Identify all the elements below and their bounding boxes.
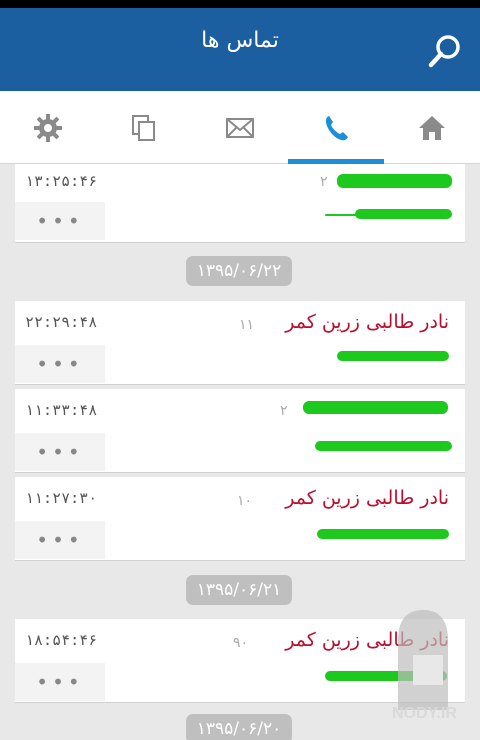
redacted-number [355, 209, 452, 219]
tab-calls[interactable] [288, 91, 384, 164]
call-count: ۱۱ [239, 317, 255, 333]
call-time: ۱۸:۵۴:۴۶ [25, 631, 98, 649]
redacted-number [317, 529, 449, 539]
call-log-item[interactable]: ۱۱:۲۷:۳۰ نادر طالبی زرین کمر ۱۰ ••• [15, 477, 465, 561]
call-log-item[interactable]: ۱۱:۳۳:۴۸ ۲ ••• [15, 389, 465, 473]
call-log-item[interactable]: ۲۲:۲۹:۴۸ نادر طالبی زرین کمر ۱۱ ••• [15, 301, 465, 385]
redacted-name [337, 174, 452, 188]
more-options-button[interactable]: ••• [15, 433, 105, 471]
redacted-number [337, 351, 449, 361]
tab-messages[interactable] [192, 91, 288, 164]
status-bar [0, 0, 480, 8]
gear-icon [34, 113, 62, 142]
date-separator: ۱۳۹۵/۰۶/۲۰ [186, 714, 292, 740]
more-options-button[interactable]: ••• [15, 663, 105, 701]
tab-settings[interactable] [0, 91, 96, 164]
watermark-text: NODY.IR [392, 705, 457, 722]
logo-icon [398, 610, 448, 710]
date-separator: ۱۳۹۵/۰۶/۲۱ [186, 575, 292, 605]
home-icon [419, 115, 445, 140]
redacted-number [315, 441, 452, 451]
app-bar: تماس ها [0, 8, 480, 91]
redacted-name [303, 401, 448, 414]
call-count: ۱۰ [237, 493, 253, 509]
search-icon[interactable] [427, 33, 463, 69]
call-log-item[interactable]: ۱۳:۲۵:۴۶ ۲ ••• [15, 164, 465, 243]
call-time: ۱۱:۲۷:۳۰ [25, 489, 98, 507]
more-options-button[interactable]: ••• [15, 345, 105, 383]
tab-bar [0, 91, 480, 164]
call-count: ۲ [320, 174, 328, 190]
call-count: ۲ [280, 403, 288, 419]
call-time: ۱۳:۲۵:۴۶ [25, 172, 98, 190]
tab-copy[interactable] [96, 91, 192, 164]
call-time: ۲۲:۲۹:۴۸ [25, 313, 98, 331]
contact-name: نادر طالبی زرین کمر [285, 311, 449, 333]
more-options-button[interactable]: ••• [15, 202, 105, 240]
contact-name: نادر طالبی زرین کمر [285, 487, 449, 509]
phone-icon [325, 115, 348, 140]
tab-home[interactable] [384, 91, 480, 164]
date-separator: ۱۳۹۵/۰۶/۲۲ [186, 256, 292, 286]
call-count: ۹۰ [233, 635, 249, 651]
more-options-button[interactable]: ••• [15, 521, 105, 559]
copy-icon [132, 114, 155, 141]
call-time: ۱۱:۳۳:۴۸ [25, 401, 98, 419]
envelope-icon [226, 117, 254, 138]
watermark: NODY.IR [378, 610, 468, 740]
page-title: تماس ها [201, 28, 279, 53]
